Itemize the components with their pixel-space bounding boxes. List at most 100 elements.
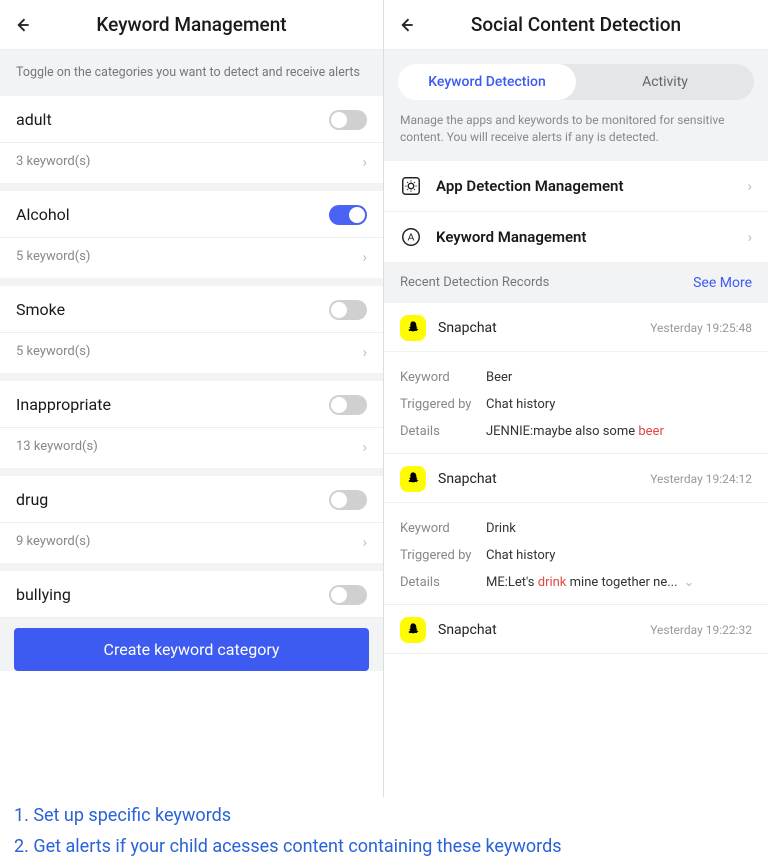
record-triggered-value: Chat history bbox=[486, 548, 752, 563]
category-header: Smoke bbox=[0, 286, 383, 333]
record-details-row: Details ME:Let's drink mine together ne.… bbox=[400, 575, 752, 590]
category-header: drug bbox=[0, 476, 383, 523]
category-header: adult bbox=[0, 96, 383, 143]
app-detection-management-row[interactable]: App Detection Management › bbox=[384, 161, 768, 212]
chevron-right-icon: › bbox=[362, 438, 367, 456]
record-details-row: Details JENNIE:maybe also some beer bbox=[400, 424, 752, 439]
keyword-a-icon: A bbox=[400, 226, 422, 248]
category-count: 5 keyword(s) bbox=[16, 249, 90, 264]
category-count: 3 keyword(s) bbox=[16, 154, 90, 169]
category-header: Inappropriate bbox=[0, 381, 383, 428]
category-count: 5 keyword(s) bbox=[16, 344, 90, 359]
tab-row: Keyword Detection Activity bbox=[398, 64, 754, 100]
record-keyword-label: Keyword bbox=[400, 521, 486, 536]
footer-line-1: 1. Set up specific keywords bbox=[14, 801, 754, 832]
category-toggle[interactable] bbox=[329, 395, 367, 415]
detection-record[interactable]: Snapchat Yesterday 19:24:12 Keyword Drin… bbox=[384, 454, 768, 605]
record-keyword-row: Keyword Beer bbox=[400, 370, 752, 385]
category-header: Alcohol bbox=[0, 191, 383, 238]
svg-text:A: A bbox=[408, 232, 415, 243]
snapchat-icon bbox=[400, 315, 426, 341]
chevron-right-icon: › bbox=[362, 343, 367, 361]
record-header: Snapchat Yesterday 19:25:48 bbox=[384, 303, 768, 351]
app-detection-label: App Detection Management bbox=[436, 177, 747, 195]
gap bbox=[0, 183, 383, 191]
header: Social Content Detection bbox=[384, 0, 768, 50]
record-triggered-label: Triggered by bbox=[400, 397, 486, 412]
keyword-management-row[interactable]: A Keyword Management › bbox=[384, 212, 768, 263]
social-content-detection-pane: Social Content Detection Keyword Detecti… bbox=[384, 0, 768, 797]
record-triggered-row: Triggered by Chat history bbox=[400, 397, 752, 412]
record-keyword-value: Beer bbox=[486, 370, 752, 385]
gap bbox=[0, 278, 383, 286]
record-timestamp: Yesterday 19:24:12 bbox=[650, 472, 752, 486]
category-row: adult 3 keyword(s) › bbox=[0, 96, 383, 183]
category-name: Alcohol bbox=[16, 205, 70, 224]
record-app-name: Snapchat bbox=[438, 622, 650, 638]
chevron-right-icon: › bbox=[747, 177, 752, 195]
tab-keyword-detection[interactable]: Keyword Detection bbox=[398, 64, 576, 100]
category-toggle[interactable] bbox=[329, 300, 367, 320]
gap bbox=[0, 563, 383, 571]
description-text: Manage the apps and keywords to be monit… bbox=[384, 100, 768, 161]
category-name: adult bbox=[16, 110, 52, 129]
page-title: Keyword Management bbox=[12, 13, 371, 36]
record-details-label: Details bbox=[400, 575, 486, 590]
category-keyword-count-row[interactable]: 9 keyword(s) › bbox=[0, 523, 383, 563]
category-toggle[interactable] bbox=[329, 585, 367, 605]
record-timestamp: Yesterday 19:22:32 bbox=[650, 623, 752, 637]
record-details-value: JENNIE:maybe also some beer bbox=[486, 424, 752, 439]
tab-row-wrap: Keyword Detection Activity bbox=[384, 50, 768, 100]
category-row: Inappropriate 13 keyword(s) › bbox=[0, 381, 383, 468]
recent-records-label: Recent Detection Records bbox=[400, 275, 549, 290]
chevron-right-icon: › bbox=[362, 248, 367, 266]
page-title: Social Content Detection bbox=[396, 13, 756, 36]
category-count: 9 keyword(s) bbox=[16, 534, 90, 549]
footer-annotations: 1. Set up specific keywords 2. Get alert… bbox=[0, 797, 768, 862]
tab-activity[interactable]: Activity bbox=[576, 64, 754, 100]
category-header: bullying bbox=[0, 571, 383, 618]
record-keyword-row: Keyword Drink bbox=[400, 521, 752, 536]
category-count: 13 keyword(s) bbox=[16, 439, 98, 454]
record-keyword-label: Keyword bbox=[400, 370, 486, 385]
category-keyword-count-row[interactable]: 5 keyword(s) › bbox=[0, 333, 383, 373]
record-body: Keyword Drink Triggered by Chat history … bbox=[384, 502, 768, 604]
category-toggle[interactable] bbox=[329, 205, 367, 225]
see-more-link[interactable]: See More bbox=[693, 275, 752, 291]
detection-record[interactable]: Snapchat Yesterday 19:22:32 bbox=[384, 605, 768, 654]
chevron-right-icon: › bbox=[362, 533, 367, 551]
category-row: Smoke 5 keyword(s) › bbox=[0, 286, 383, 373]
snapchat-icon bbox=[400, 466, 426, 492]
snapchat-icon bbox=[400, 617, 426, 643]
category-row: drug 9 keyword(s) › bbox=[0, 476, 383, 563]
category-keyword-count-row[interactable]: 3 keyword(s) › bbox=[0, 143, 383, 183]
intro-text: Toggle on the categories you want to det… bbox=[0, 50, 383, 96]
category-name: drug bbox=[16, 490, 48, 509]
record-timestamp: Yesterday 19:25:48 bbox=[650, 321, 752, 335]
category-name: bullying bbox=[16, 585, 71, 604]
keyword-management-label: Keyword Management bbox=[436, 228, 747, 246]
record-app-name: Snapchat bbox=[438, 471, 650, 487]
detection-record[interactable]: Snapchat Yesterday 19:25:48 Keyword Beer… bbox=[384, 303, 768, 454]
chevron-right-icon: › bbox=[747, 228, 752, 246]
record-keyword-value: Drink bbox=[486, 521, 752, 536]
recent-records-header: Recent Detection Records See More bbox=[384, 263, 768, 303]
record-body: Keyword Beer Triggered by Chat history D… bbox=[384, 351, 768, 453]
record-header: Snapchat Yesterday 19:22:32 bbox=[384, 605, 768, 653]
header: Keyword Management bbox=[0, 0, 383, 50]
category-toggle[interactable] bbox=[329, 110, 367, 130]
record-app-name: Snapchat bbox=[438, 320, 650, 336]
category-keyword-count-row[interactable]: 5 keyword(s) › bbox=[0, 238, 383, 278]
gear-box-icon bbox=[400, 175, 422, 197]
chevron-down-icon[interactable]: ⌄ bbox=[684, 575, 695, 590]
gap bbox=[0, 468, 383, 476]
category-toggle[interactable] bbox=[329, 490, 367, 510]
record-details-label: Details bbox=[400, 424, 486, 439]
category-name: Smoke bbox=[16, 300, 65, 319]
record-header: Snapchat Yesterday 19:24:12 bbox=[384, 454, 768, 502]
category-name: Inappropriate bbox=[16, 395, 111, 414]
keyword-management-pane: Keyword Management Toggle on the categor… bbox=[0, 0, 384, 797]
category-keyword-count-row[interactable]: 13 keyword(s) › bbox=[0, 428, 383, 468]
create-keyword-category-button[interactable]: Create keyword category bbox=[14, 628, 369, 671]
category-row: bullying bbox=[0, 571, 383, 618]
